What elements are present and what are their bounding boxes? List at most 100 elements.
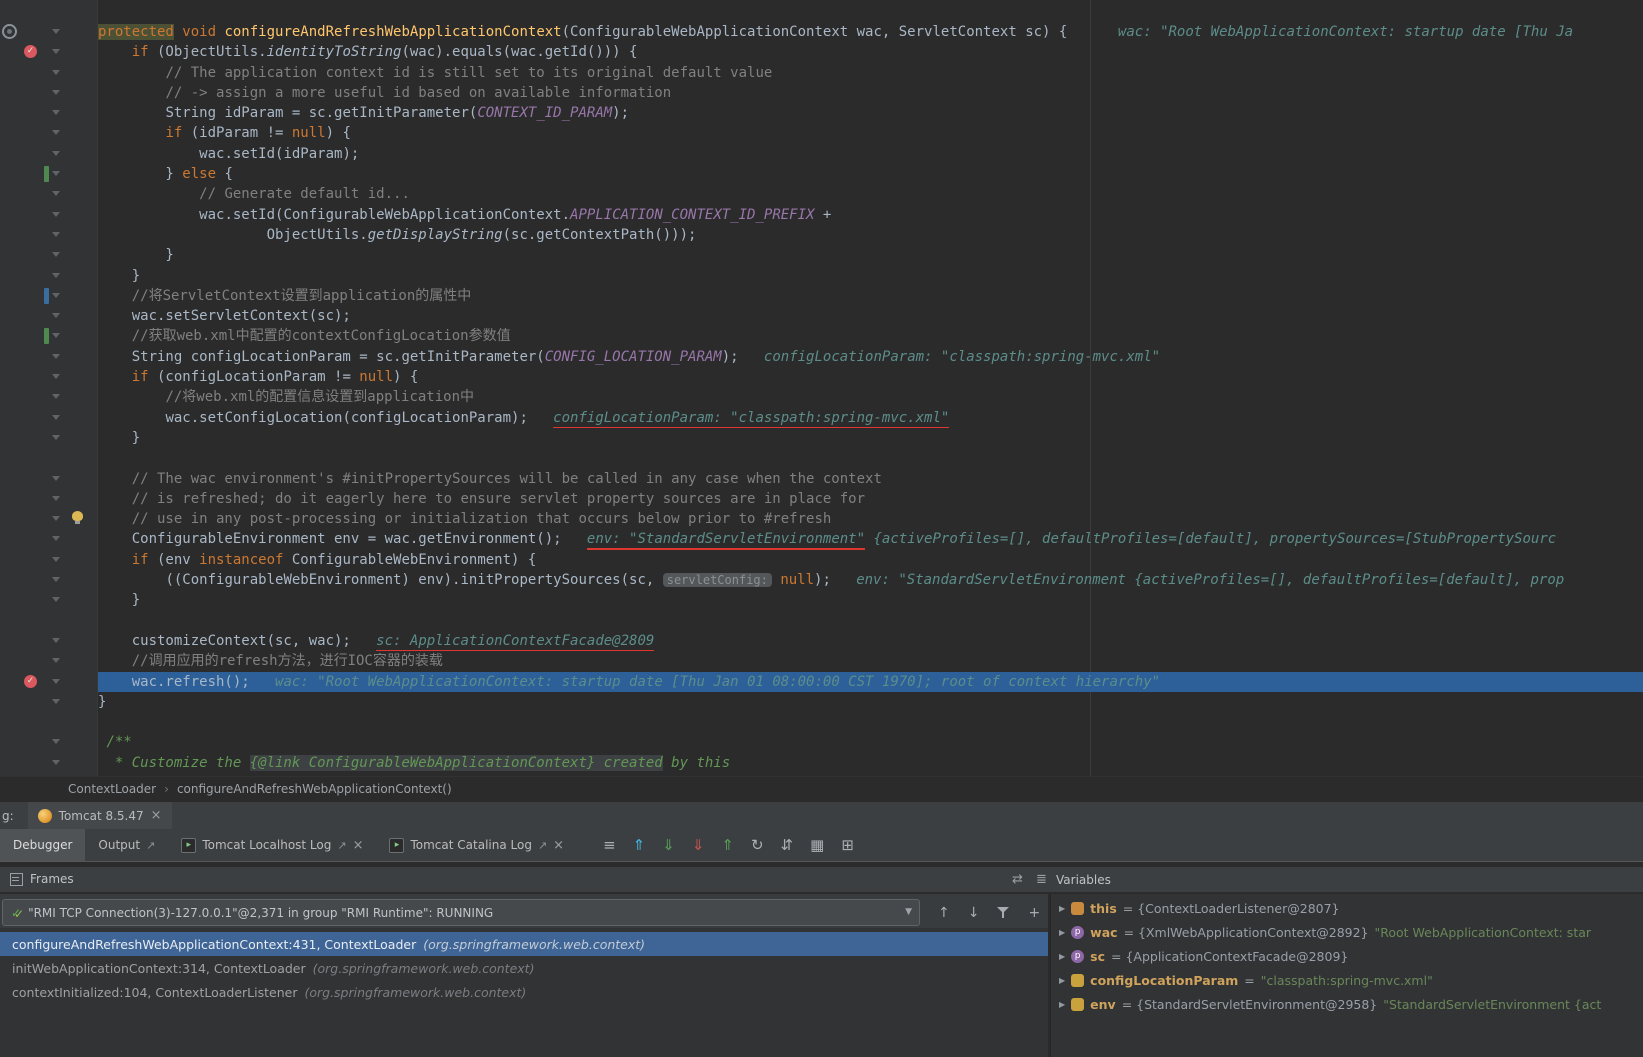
fold-chevron-icon[interactable] xyxy=(52,212,60,217)
code-line[interactable]: String configLocationParam = sc.getInitP… xyxy=(0,347,1643,367)
code-line[interactable]: // is refreshed; do it eagerly here to e… xyxy=(0,489,1643,509)
menu-icon[interactable]: ≡ xyxy=(603,836,616,854)
breakpoint-icon[interactable]: ✓ xyxy=(24,675,37,688)
filter-frames-icon[interactable] xyxy=(997,906,1010,919)
expand-chevron-icon[interactable]: ▶ xyxy=(1059,928,1065,937)
fold-chevron-icon[interactable] xyxy=(52,313,60,318)
close-icon[interactable]: × xyxy=(151,809,162,822)
rerun-icon[interactable]: ↻ xyxy=(751,836,764,854)
fold-chevron-icon[interactable] xyxy=(52,435,60,440)
fold-chevron-icon[interactable] xyxy=(52,638,60,643)
fold-chevron-icon[interactable] xyxy=(52,90,60,95)
fold-chevron-icon[interactable] xyxy=(52,130,60,135)
intention-bulb-icon[interactable] xyxy=(72,511,83,521)
fold-chevron-icon[interactable] xyxy=(52,151,60,156)
fold-chevron-icon[interactable] xyxy=(52,191,60,196)
fold-chevron-icon[interactable] xyxy=(52,293,60,298)
code-line[interactable]: wac.setConfigLocation(configLocationPara… xyxy=(0,408,1643,428)
variable-row[interactable]: ▶pwac = {XmlWebApplicationContext@2892} … xyxy=(1051,920,1643,944)
fold-chevron-icon[interactable] xyxy=(52,516,60,521)
code-line[interactable]: // use in any post-processing or initial… xyxy=(0,509,1643,529)
fold-chevron-icon[interactable] xyxy=(52,171,60,176)
code-line[interactable]: //调用应用的refresh方法，进行IOC容器的装载 xyxy=(0,651,1643,671)
variable-row[interactable]: ▶this = {ContextLoaderListener@2807} xyxy=(1051,896,1643,920)
tab-debugger[interactable]: Debugger xyxy=(0,829,85,861)
code-line[interactable]: if (idParam != null) { xyxy=(0,123,1643,143)
undeploy-icon[interactable]: ⇑ xyxy=(721,836,734,854)
fold-chevron-icon[interactable] xyxy=(52,374,60,379)
variables-menu-icon[interactable]: ≣ xyxy=(1036,872,1047,887)
code-line[interactable]: //将web.xml的配置信息设置到application中 xyxy=(0,387,1643,407)
expand-chevron-icon[interactable]: ▶ xyxy=(1059,976,1065,985)
code-line[interactable]: wac.setId(idParam); xyxy=(0,144,1643,164)
close-icon[interactable]: × xyxy=(553,839,564,852)
layout-settings-icon[interactable]: ⊞ xyxy=(841,836,854,854)
code-line[interactable] xyxy=(0,712,1643,732)
code-line[interactable]: ✓ wac.refresh(); wac: "Root WebApplicati… xyxy=(0,672,1643,692)
fold-chevron-icon[interactable] xyxy=(52,476,60,481)
run-tab-tomcat[interactable]: Tomcat 8.5.47 × xyxy=(28,802,172,829)
code-line[interactable]: protected void configureAndRefreshWebApp… xyxy=(0,22,1643,42)
code-line[interactable]: // The application context id is still s… xyxy=(0,63,1643,83)
fold-chevron-icon[interactable] xyxy=(52,658,60,663)
close-icon[interactable]: × xyxy=(353,839,364,852)
fold-chevron-icon[interactable] xyxy=(52,760,60,765)
code-line[interactable]: * Customize the {@link ConfigurableWebAp… xyxy=(0,753,1643,773)
code-line[interactable]: if (env instanceof ConfigurableWebEnviro… xyxy=(0,550,1643,570)
code-line[interactable]: } xyxy=(0,590,1643,610)
fold-chevron-icon[interactable] xyxy=(52,273,60,278)
fold-chevron-icon[interactable] xyxy=(52,110,60,115)
code-line[interactable]: //将ServletContext设置到application的属性中 xyxy=(0,286,1643,306)
code-line[interactable]: ConfigurableEnvironment env = wac.getEnv… xyxy=(0,529,1643,549)
code-line[interactable]: //获取web.xml中配置的contextConfigLocation参数值 xyxy=(0,326,1643,346)
code-line[interactable]: ((ConfigurableWebEnvironment) env).initP… xyxy=(0,570,1643,590)
breadcrumb-class[interactable]: ContextLoader xyxy=(68,782,156,796)
breakpoint-icon[interactable]: ✓ xyxy=(24,45,37,58)
code-line[interactable]: if (configLocationParam != null) { xyxy=(0,367,1643,387)
fold-chevron-icon[interactable] xyxy=(52,252,60,257)
add-watch-icon[interactable]: + xyxy=(1028,905,1040,921)
code-line[interactable]: // -> assign a more useful id based on a… xyxy=(0,83,1643,103)
code-line[interactable]: ObjectUtils.getDisplayString(sc.getConte… xyxy=(0,225,1643,245)
tab-tomcat-localhost-log[interactable]: ▸ Tomcat Localhost Log ↗ × xyxy=(168,829,376,861)
breadcrumb-method[interactable]: configureAndRefreshWebApplicationContext… xyxy=(177,782,452,796)
fold-chevron-icon[interactable] xyxy=(52,536,60,541)
code-line[interactable]: // Generate default id... xyxy=(0,184,1643,204)
fold-chevron-icon[interactable] xyxy=(52,597,60,602)
deploy-icon[interactable]: ⇓ xyxy=(662,836,675,854)
fold-chevron-icon[interactable] xyxy=(52,333,60,338)
code-line[interactable]: } xyxy=(0,692,1643,712)
fold-chevron-icon[interactable] xyxy=(52,394,60,399)
chevron-down-icon[interactable]: ▼ xyxy=(905,907,912,917)
update-application-icon[interactable]: ⇑ xyxy=(633,836,646,854)
frame-row[interactable]: configureAndRefreshWebApplicationContext… xyxy=(0,932,1048,956)
variable-row[interactable]: ▶env = {StandardServletEnvironment@2958}… xyxy=(1051,992,1643,1016)
restore-layout-icon[interactable]: ⇄ xyxy=(1012,872,1023,887)
fold-chevron-icon[interactable] xyxy=(52,49,60,54)
code-line[interactable]: } xyxy=(0,266,1643,286)
code-line[interactable]: /** xyxy=(0,732,1643,752)
code-line[interactable]: ✓ if (ObjectUtils.identityToString(wac).… xyxy=(0,42,1643,62)
code-line[interactable]: } xyxy=(0,428,1643,448)
code-line[interactable]: } else { xyxy=(0,164,1643,184)
tab-output[interactable]: Output ↗ xyxy=(85,829,168,861)
fold-chevron-icon[interactable] xyxy=(52,679,60,684)
code-line[interactable] xyxy=(0,611,1643,631)
previous-frame-icon[interactable]: ↑ xyxy=(938,905,950,921)
frame-row[interactable]: initWebApplicationContext:314, ContextLo… xyxy=(0,956,1048,980)
frame-row[interactable]: contextInitialized:104, ContextLoaderLis… xyxy=(0,980,1048,1004)
next-frame-icon[interactable]: ↓ xyxy=(968,905,980,921)
thread-selector[interactable]: ✓ "RMI TCP Connection(3)-127.0.0.1"@2,37… xyxy=(2,899,920,926)
layout-grid-icon[interactable]: ▦ xyxy=(810,836,824,854)
hot-swap-icon[interactable]: ⇓ xyxy=(692,836,705,854)
expand-chevron-icon[interactable]: ▶ xyxy=(1059,904,1065,913)
variable-row[interactable]: ▶psc = {ApplicationContextFacade@2809} xyxy=(1051,944,1643,968)
code-line[interactable]: wac.setServletContext(sc); xyxy=(0,306,1643,326)
fold-chevron-icon[interactable] xyxy=(52,557,60,562)
fold-chevron-icon[interactable] xyxy=(52,29,60,34)
code-line[interactable]: wac.setId(ConfigurableWebApplicationCont… xyxy=(0,205,1643,225)
fold-chevron-icon[interactable] xyxy=(52,577,60,582)
expand-chevron-icon[interactable]: ▶ xyxy=(1059,1000,1065,1009)
sort-icon[interactable]: ⇵ xyxy=(781,836,794,854)
fold-chevron-icon[interactable] xyxy=(52,739,60,744)
